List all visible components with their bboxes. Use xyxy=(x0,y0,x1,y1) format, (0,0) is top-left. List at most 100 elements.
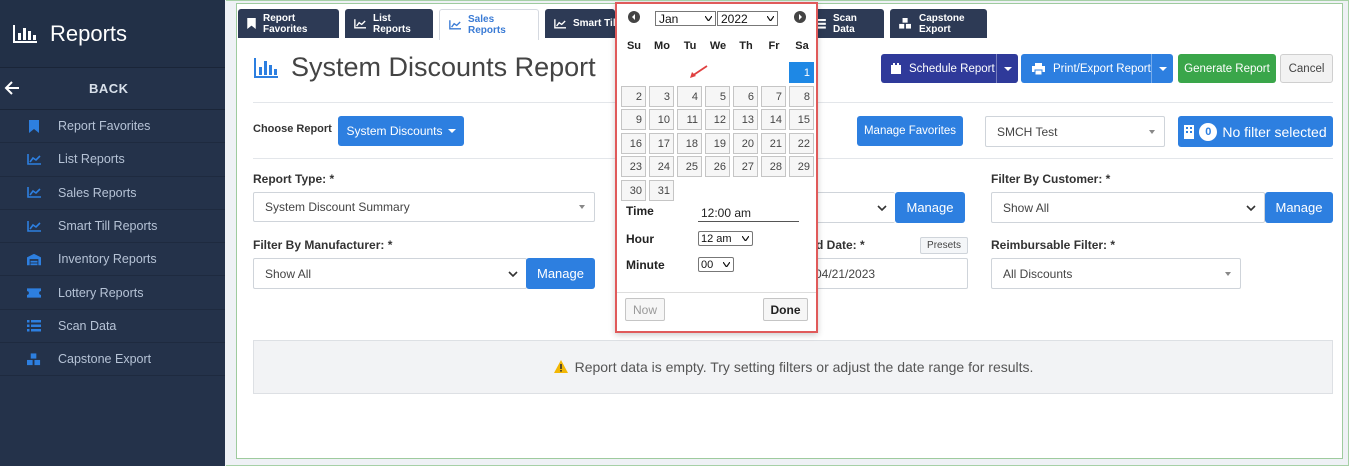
store-select[interactable]: SMCH Test xyxy=(985,116,1165,147)
next-month-icon[interactable] xyxy=(793,10,807,24)
calendar-day[interactable]: 30 xyxy=(621,179,646,201)
calendar-day[interactable]: 11 xyxy=(677,109,702,130)
calendar-day[interactable]: 31 xyxy=(649,179,674,201)
chevron-down-icon xyxy=(742,236,749,241)
print-export-button[interactable]: Print/Export Report xyxy=(1021,54,1173,83)
calendar-day[interactable]: 26 xyxy=(705,156,730,177)
calendar-day[interactable]: 6 xyxy=(733,85,758,107)
weekday-label: Sa xyxy=(795,40,809,52)
page-title: System Discounts Report xyxy=(291,52,596,82)
customer-filter-select[interactable]: Show All xyxy=(991,192,1265,223)
tab-smart-till-r[interactable]: Smart Till R xyxy=(545,9,615,38)
manage-favorites-button[interactable]: Manage Favorites xyxy=(857,116,963,146)
schedule-report-button[interactable]: Schedule Report xyxy=(881,54,1018,83)
calendar-day[interactable]: 16 xyxy=(621,132,646,154)
done-button[interactable]: Done xyxy=(763,298,808,321)
schedule-dropdown-toggle[interactable] xyxy=(996,54,1018,83)
calendar-day[interactable]: 25 xyxy=(677,156,702,177)
weekday-label: We xyxy=(709,40,727,52)
tab-capstone-export[interactable]: Capstone Export xyxy=(890,9,987,38)
calendar-day[interactable]: 15 xyxy=(789,109,814,130)
minute-select[interactable]: 00 xyxy=(698,257,734,272)
weekday-label: Th xyxy=(739,40,753,52)
sidebar-item-capstone-export[interactable]: Capstone Export xyxy=(0,343,225,377)
calendar-day[interactable]: 3 xyxy=(649,85,674,107)
calendar-day[interactable]: 2 xyxy=(621,85,646,107)
calendar-day[interactable]: 1 xyxy=(789,62,814,83)
calendar-day[interactable]: 18 xyxy=(677,132,702,154)
store-filter-select[interactable] xyxy=(810,192,895,223)
hour-select[interactable]: 12 am xyxy=(698,231,753,246)
bookmark-icon xyxy=(27,119,41,133)
reimbursable-filter-label: Reimbursable Filter: * xyxy=(991,238,1116,252)
generate-report-button[interactable]: Generate Report xyxy=(1178,54,1276,83)
customer-filter-label: Filter By Customer: * xyxy=(991,172,1111,186)
calendar-day[interactable]: 24 xyxy=(649,156,674,177)
time-label: Time xyxy=(626,204,654,218)
calendar-day[interactable]: 23 xyxy=(621,156,646,177)
tab-list-reports[interactable]: List Reports xyxy=(345,9,433,38)
report-type-select[interactable]: System Discount Summary xyxy=(253,192,595,222)
manufacturer-filter-select[interactable]: Show All xyxy=(253,258,527,289)
filter-summary-button[interactable]: 0 No filter selected xyxy=(1178,116,1333,147)
sidebar-item-scan-data[interactable]: Scan Data xyxy=(0,310,225,344)
calendar-day[interactable]: 29 xyxy=(789,156,814,177)
bar-chart-icon xyxy=(13,24,37,43)
choose-report-dropdown[interactable]: System Discounts xyxy=(338,116,464,146)
calendar-day[interactable]: 7 xyxy=(761,85,786,107)
minute-label: Minute xyxy=(626,258,665,272)
chevron-down-icon xyxy=(1246,204,1256,211)
empty-state-message: Report data is empty. Try setting filter… xyxy=(253,340,1333,394)
sidebar-item-smart-till-reports[interactable]: Smart Till Reports xyxy=(0,210,225,244)
ticket-icon xyxy=(27,286,41,300)
calendar-day[interactable]: 28 xyxy=(761,156,786,177)
manage-store-button[interactable]: Manage xyxy=(895,192,965,223)
presets-button[interactable]: Presets xyxy=(920,237,968,254)
chevron-down-icon xyxy=(705,16,712,21)
year-select[interactable]: 2022 xyxy=(717,11,778,26)
manage-customer-button[interactable]: Manage xyxy=(1265,192,1333,223)
sidebar-item-sales-reports[interactable]: Sales Reports xyxy=(0,177,225,210)
tab-sales-reports[interactable]: Sales Reports xyxy=(439,9,539,40)
calendar-day[interactable]: 5 xyxy=(705,85,730,107)
calendar-day[interactable]: 4 xyxy=(677,85,702,107)
chevron-down-icon xyxy=(723,262,730,267)
sidebar: Reports BACK Report Favorites List Report… xyxy=(0,0,225,466)
cancel-button[interactable]: Cancel xyxy=(1280,54,1333,83)
month-select[interactable]: Jan xyxy=(655,11,716,26)
sidebar-item-label: Inventory Reports xyxy=(58,252,157,267)
now-button[interactable]: Now xyxy=(625,298,665,321)
warning-icon xyxy=(553,360,568,373)
calendar-day[interactable]: 10 xyxy=(649,109,674,130)
calendar-day[interactable]: 17 xyxy=(649,132,674,154)
tab-label: Sales Reports xyxy=(468,14,506,36)
end-date-input[interactable]: 04/21/2023 xyxy=(805,258,968,289)
calendar-day[interactable]: 12 xyxy=(705,109,730,130)
calendar-day[interactable]: 19 xyxy=(705,132,730,154)
tab-icon xyxy=(899,18,912,29)
calendar-day[interactable]: 22 xyxy=(789,132,814,154)
manage-manufacturer-button[interactable]: Manage xyxy=(526,258,595,289)
prev-month-icon[interactable] xyxy=(627,10,641,24)
sidebar-item-list-reports[interactable]: List Reports xyxy=(0,143,225,177)
sidebar-item-inventory-reports[interactable]: Inventory Reports xyxy=(0,243,225,277)
calendar-day[interactable]: 21 xyxy=(761,132,786,154)
calendar-day[interactable]: 9 xyxy=(621,109,646,130)
tab-label: Report Favorites xyxy=(263,12,308,35)
calendar-day[interactable]: 20 xyxy=(733,132,758,154)
reimbursable-filter-select[interactable]: All Discounts xyxy=(991,258,1241,289)
sidebar-header: Reports xyxy=(0,0,225,68)
sidebar-item-lottery-reports[interactable]: Lottery Reports xyxy=(0,276,225,310)
building-icon xyxy=(1184,124,1195,139)
tab-report-favorites[interactable]: Report Favorites xyxy=(238,9,339,38)
chevron-down-icon xyxy=(877,204,887,211)
weekday-label: Fr xyxy=(768,40,780,52)
calendar-day[interactable]: 13 xyxy=(733,109,758,130)
calendar-day[interactable]: 27 xyxy=(733,156,758,177)
print-dropdown-toggle[interactable] xyxy=(1151,54,1173,83)
back-button[interactable]: BACK xyxy=(0,68,225,110)
tab-label: Capstone Export xyxy=(919,12,965,35)
sidebar-item-report-favorites[interactable]: Report Favorites xyxy=(0,110,225,144)
calendar-day[interactable]: 8 xyxy=(789,85,814,107)
calendar-day[interactable]: 14 xyxy=(761,109,786,130)
